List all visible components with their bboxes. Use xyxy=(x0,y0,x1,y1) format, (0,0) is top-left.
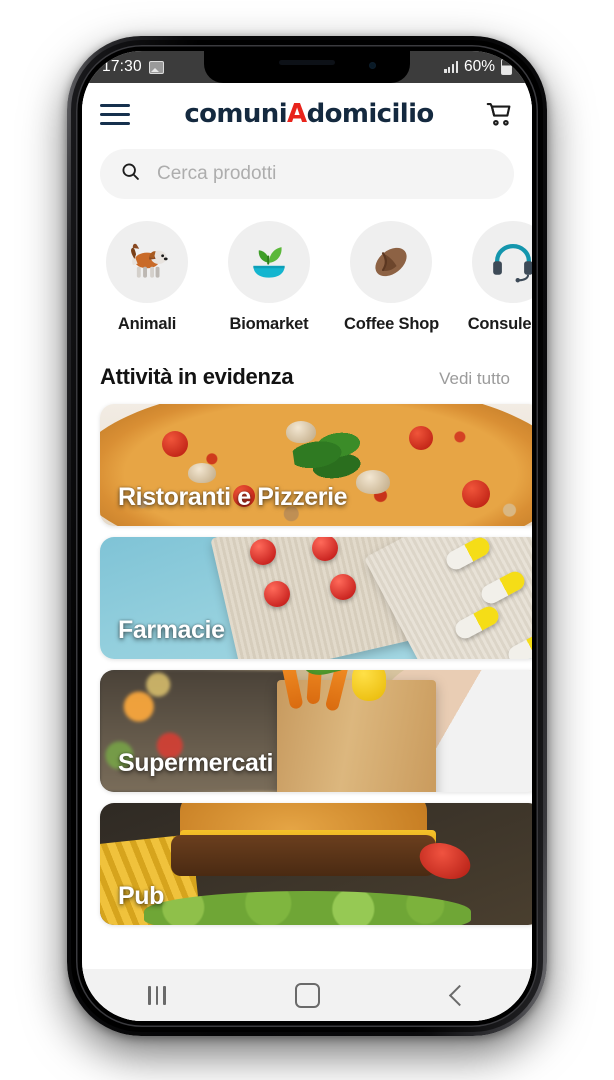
logo-text-accent: A xyxy=(287,99,307,129)
category-item-animali[interactable]: Animali xyxy=(100,221,194,334)
home-icon[interactable] xyxy=(275,977,339,1013)
section-header: Attività in evidenza Vedi tutto xyxy=(82,334,532,390)
search-bar[interactable] xyxy=(100,149,514,199)
seedling-bowl-icon xyxy=(228,221,310,303)
category-item-biomarket[interactable]: Biomarket xyxy=(222,221,316,334)
featured-cards-list: Ristoranti e Pizzerie Farmacie Supermerc… xyxy=(82,390,532,925)
card-supermercati[interactable]: Supermercati xyxy=(100,670,532,792)
signal-bars-icon xyxy=(444,61,458,73)
logo-text-part2: domicilio xyxy=(306,99,435,129)
page-title: Attività in evidenza xyxy=(100,364,294,389)
back-icon[interactable] xyxy=(425,977,489,1013)
shopping-cart-icon[interactable] xyxy=(484,99,514,129)
recents-icon[interactable] xyxy=(125,977,189,1013)
card-title: Ristoranti e Pizzerie xyxy=(118,483,348,511)
phone-mockup: 17:30 60% comuniAdomicilio Cerca prodott… xyxy=(67,36,547,1036)
see-all-link[interactable]: Vedi tutto xyxy=(439,369,510,389)
coffee-bean-icon xyxy=(350,221,432,303)
category-label: Animali xyxy=(117,315,177,333)
card-title: Pub xyxy=(118,882,165,910)
burger-image xyxy=(100,803,532,925)
category-label: Biomarket xyxy=(229,315,309,333)
phone-notch xyxy=(204,51,410,83)
card-ristoranti-e-pizzerie[interactable]: Ristoranti e Pizzerie xyxy=(100,404,532,526)
category-item-consulenza[interactable]: Consulenza xyxy=(466,221,532,334)
search-icon xyxy=(120,161,141,187)
headset-icon xyxy=(472,221,532,303)
card-farmacie[interactable]: Farmacie xyxy=(100,537,532,659)
app-logo[interactable]: comuniAdomicilio xyxy=(134,99,484,129)
logo-text-part1: comuni xyxy=(184,99,288,129)
search-section xyxy=(82,145,532,199)
status-bar-right: 60% xyxy=(444,58,516,76)
search-input[interactable] xyxy=(155,162,494,186)
battery-percent: 60% xyxy=(463,58,495,75)
app-content: comuniAdomicilio Cerca prodotti Animali … xyxy=(82,83,532,1021)
dog-icon xyxy=(106,221,188,303)
battery-icon xyxy=(501,59,512,75)
category-item-coffee-shop[interactable]: Coffee Shop xyxy=(344,221,439,334)
category-list: Animali Biomarket Coffee Shop Consule xyxy=(82,199,532,334)
status-time: 17:30 xyxy=(102,58,142,75)
phone-screen: 17:30 60% comuniAdomicilio Cerca prodott… xyxy=(82,51,532,1021)
category-label: Consulenza xyxy=(467,315,532,333)
status-bar-left: 17:30 xyxy=(98,58,164,76)
phone-bezel: 17:30 60% comuniAdomicilio Cerca prodott… xyxy=(76,45,538,1027)
card-pub[interactable]: Pub xyxy=(100,803,532,925)
card-title: Farmacie xyxy=(118,616,225,644)
app-header: comuniAdomicilio xyxy=(82,83,532,145)
android-nav-bar xyxy=(82,969,532,1021)
category-label: Coffee Shop xyxy=(344,315,439,333)
photo-icon xyxy=(148,60,164,74)
front-camera xyxy=(369,62,376,69)
hamburger-menu-icon[interactable] xyxy=(100,103,130,125)
card-title: Supermercati xyxy=(118,749,273,777)
earpiece-speaker xyxy=(279,60,335,65)
